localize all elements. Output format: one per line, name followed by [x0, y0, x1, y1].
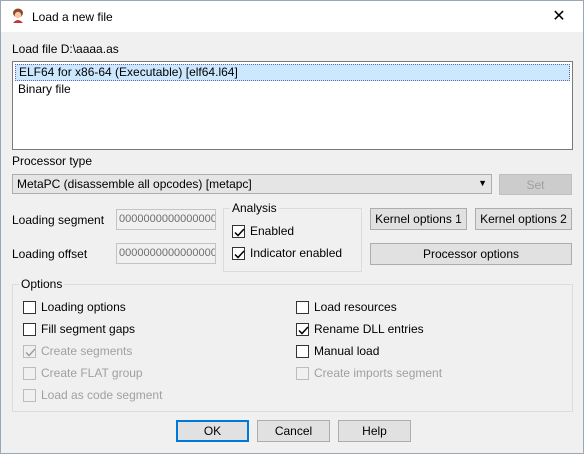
chevron-down-icon[interactable]: ▼ [478, 178, 487, 188]
checkbox-box [23, 300, 36, 314]
load-resources-checkbox[interactable]: Load resources [296, 300, 397, 314]
loading-offset-label: Loading offset [12, 247, 88, 261]
create-segments-label: Create segments [41, 344, 133, 358]
processor-type-select[interactable]: MetaPC (disassemble all opcodes) [metapc… [12, 174, 492, 194]
enabled-label: Enabled [250, 224, 295, 238]
set-button: Set [499, 174, 572, 195]
list-item[interactable]: ELF64 for x86-64 (Executable) [elf64.l64… [15, 64, 570, 81]
load-as-code-segment-label: Load as code segment [41, 388, 163, 402]
file-type-list[interactable]: ELF64 for x86-64 (Executable) [elf64.l64… [12, 61, 573, 150]
kernel-options-2-button[interactable]: Kernel options 2 [475, 208, 572, 230]
loading-options-checkbox[interactable]: Loading options [23, 300, 126, 314]
create-imports-segment-label: Create imports segment [314, 366, 443, 380]
checkbox-box [23, 344, 36, 358]
enabled-checkbox[interactable]: Enabled [232, 224, 294, 238]
analysis-group [223, 208, 362, 272]
help-button[interactable]: Help [338, 420, 411, 442]
fill-segment-gaps-label: Fill segment gaps [41, 322, 136, 336]
close-icon[interactable]: ✕ [537, 1, 581, 31]
analysis-legend: Analysis [230, 201, 279, 215]
cancel-button[interactable]: Cancel [257, 420, 330, 442]
checkbox-box [23, 388, 36, 402]
create-flat-group-checkbox: Create FLAT group [23, 366, 143, 380]
options-legend: Options [19, 277, 65, 291]
window-title: Load a new file [32, 10, 113, 24]
create-segments-checkbox: Create segments [23, 344, 132, 358]
checkbox-box [23, 322, 36, 336]
processor-type-label: Processor type [12, 154, 93, 168]
checkbox-box [296, 344, 309, 358]
processor-options-button[interactable]: Processor options [370, 243, 572, 265]
checkbox-box [232, 224, 245, 238]
rename-dll-entries-label: Rename DLL entries [314, 322, 424, 336]
loading-segment-field[interactable]: 0000000000000000 [116, 209, 216, 230]
load-file-label: Load file D:\aaaa.as [12, 42, 119, 56]
ok-button[interactable]: OK [176, 420, 249, 442]
list-item[interactable]: Binary file [15, 81, 570, 98]
loading-options-label: Loading options [41, 300, 126, 314]
indicator-enabled-label: Indicator enabled [250, 246, 343, 260]
fill-segment-gaps-checkbox[interactable]: Fill segment gaps [23, 322, 135, 336]
create-imports-segment-checkbox: Create imports segment [296, 366, 442, 380]
create-flat-group-label: Create FLAT group [41, 366, 143, 380]
load-as-code-segment-checkbox: Load as code segment [23, 388, 162, 402]
indicator-enabled-checkbox[interactable]: Indicator enabled [232, 246, 342, 260]
manual-load-label: Manual load [314, 344, 380, 358]
checkbox-box [232, 246, 245, 260]
checkbox-box [23, 366, 36, 380]
load-file-dialog: Load a new file ✕ Load file D:\aaaa.as E… [0, 0, 584, 454]
app-icon [10, 8, 26, 24]
load-resources-label: Load resources [314, 300, 397, 314]
kernel-options-1-button[interactable]: Kernel options 1 [370, 208, 467, 230]
checkbox-box [296, 322, 309, 336]
processor-type-value: MetaPC (disassemble all opcodes) [metapc… [17, 177, 252, 191]
loading-offset-field[interactable]: 0000000000000000 [116, 243, 216, 264]
checkbox-box [296, 366, 309, 380]
title-bar: Load a new file ✕ [1, 1, 583, 32]
rename-dll-entries-checkbox[interactable]: Rename DLL entries [296, 322, 424, 336]
loading-segment-label: Loading segment [12, 213, 105, 227]
manual-load-checkbox[interactable]: Manual load [296, 344, 379, 358]
checkbox-box [296, 300, 309, 314]
